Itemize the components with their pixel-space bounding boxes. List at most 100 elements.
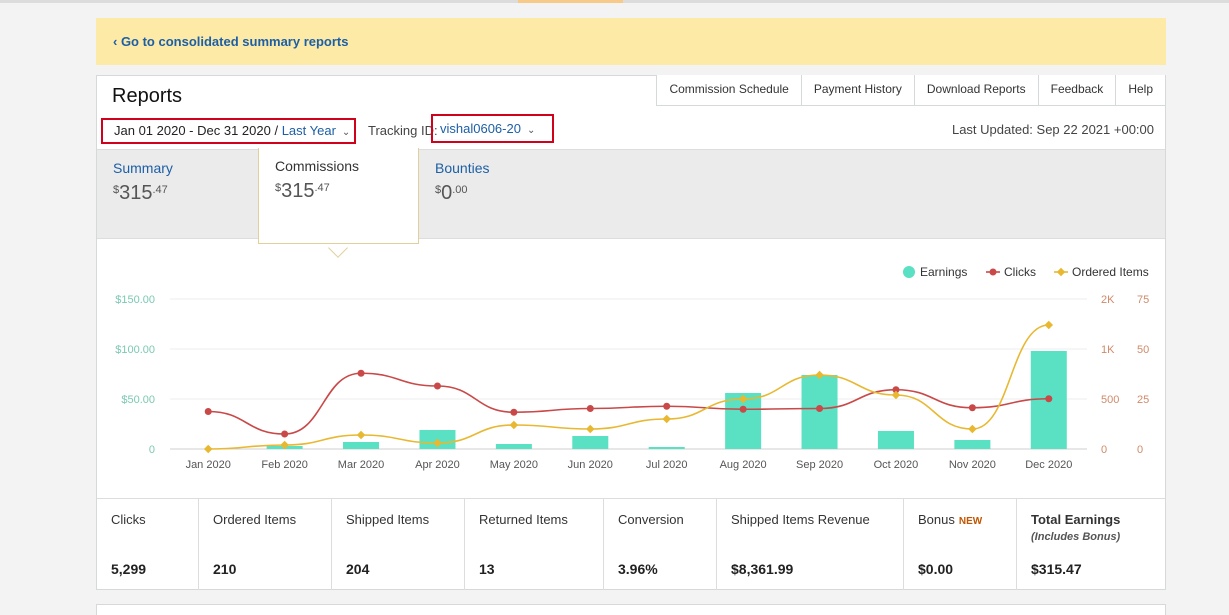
- ordered-items-point: [891, 390, 901, 400]
- metric-value: $8,361.99: [731, 561, 794, 577]
- consolidated-banner: ‹ Go to consolidated summary reports: [96, 18, 1166, 65]
- metric-value: 210: [213, 561, 237, 577]
- chevron-down-icon: ⌄: [526, 125, 536, 136]
- date-preset: Last Year: [281, 123, 336, 138]
- clicks-point: [357, 369, 365, 377]
- reports-card: Reports Commission Schedule Payment Hist…: [96, 75, 1166, 590]
- metric-label: Returned Items: [479, 512, 568, 527]
- metric-total-earnings: Total Earnings (Includes Bonus) $315.47: [1017, 499, 1165, 590]
- metric-value: 204: [346, 561, 370, 577]
- ordered-items-point: [586, 424, 595, 434]
- tab-help[interactable]: Help: [1115, 75, 1166, 106]
- metric-value: 3.96%: [618, 561, 658, 577]
- clicks-point: [433, 382, 441, 390]
- x-axis-tick: Oct 2020: [874, 459, 919, 471]
- commissions-tab[interactable]: Commissions $315.47: [258, 148, 419, 244]
- earnings-bar: [343, 442, 380, 449]
- bounties-amount: $0.00: [435, 182, 468, 204]
- clicks-point: [510, 408, 518, 416]
- tracking-id-label: Tracking ID:: [368, 123, 438, 138]
- metrics-row: Clicks 5,299 Ordered Items 210 Shipped I…: [97, 498, 1165, 590]
- consolidated-reports-link[interactable]: ‹ Go to consolidated summary reports: [113, 34, 349, 49]
- metric-conversion: Conversion 3.96%: [604, 499, 717, 590]
- metric-bonus: Bonus NEW $0.00: [904, 499, 1017, 590]
- ordered-items-point: [203, 444, 213, 454]
- x-axis-tick: Sep 2020: [796, 459, 843, 471]
- clicks-point: [281, 430, 289, 438]
- commissions-label: Commissions: [275, 158, 360, 174]
- legend-label: Earnings: [920, 265, 967, 279]
- metric-label: Ordered Items: [213, 512, 297, 527]
- date-range-picker[interactable]: Jan 01 2020 - Dec 31 2020 / Last Year ⌄: [101, 118, 356, 144]
- tab-download-reports[interactable]: Download Reports: [913, 75, 1039, 106]
- new-badge: NEW: [958, 516, 983, 527]
- right-axis-tick-items: 0: [1137, 444, 1143, 456]
- legend-marker: [903, 266, 915, 278]
- metric-value: $315.47: [1031, 561, 1082, 577]
- report-tabs: Commission Schedule Payment History Down…: [656, 75, 1166, 106]
- metric-shipped-revenue: Shipped Items Revenue $8,361.99: [717, 499, 904, 590]
- earnings-bar: [954, 440, 991, 449]
- metric-sublabel: (Includes Bonus): [1031, 531, 1121, 543]
- tab-commission-schedule[interactable]: Commission Schedule: [656, 75, 802, 106]
- right-axis-tick-clicks: 2K: [1101, 294, 1115, 306]
- metric-label: Shipped Items Revenue: [731, 512, 870, 527]
- date-range-text: Jan 01 2020 - Dec 31 2020 /: [114, 123, 282, 138]
- tab-payment-history[interactable]: Payment History: [800, 75, 915, 106]
- x-axis-tick: May 2020: [490, 459, 538, 471]
- x-axis-tick: Jul 2020: [646, 459, 688, 471]
- clicks-point: [586, 405, 594, 412]
- clicks-point: [816, 405, 824, 412]
- legend-marker: [989, 268, 997, 276]
- x-axis-tick: Nov 2020: [949, 459, 996, 471]
- x-axis-tick: Jan 2020: [186, 459, 231, 471]
- right-axis-tick-clicks: 0: [1101, 444, 1107, 456]
- metric-value: 5,299: [111, 561, 147, 577]
- metric-label: Bonus NEW: [918, 512, 983, 527]
- metric-label: Conversion: [618, 512, 684, 527]
- metric-shipped-items: Shipped Items 204: [332, 499, 465, 590]
- earnings-bar: [572, 436, 609, 449]
- clicks-point: [663, 402, 671, 410]
- summary-amount: $315.47: [113, 182, 168, 204]
- metric-label: Total Earnings: [1031, 512, 1121, 527]
- metric-label: Shipped Items: [346, 512, 430, 527]
- bounties-tab[interactable]: Bounties $0.00: [435, 160, 489, 205]
- ordered-items-point: [509, 420, 519, 430]
- clicks-point: [739, 405, 747, 413]
- left-axis-tick: $150.00: [115, 294, 155, 306]
- x-axis-tick: Dec 2020: [1025, 459, 1072, 471]
- x-axis-tick: Feb 2020: [261, 459, 307, 471]
- clicks-point: [204, 408, 212, 415]
- bounties-label: Bounties: [435, 160, 490, 176]
- legend-label: Clicks: [1004, 265, 1036, 279]
- earnings-bar: [877, 431, 914, 449]
- next-card: [96, 604, 1166, 615]
- earnings-chart: 0 0 0 $50.00 500 25 $100.00 1K 50 $150.00 2K 75 Jan …: [115, 265, 1149, 471]
- metric-ordered-items: Ordered Items 210: [199, 499, 332, 590]
- ordered-items-point: [968, 424, 977, 434]
- ordered-items-point: [662, 414, 671, 424]
- right-axis-tick-items: 25: [1137, 394, 1149, 406]
- metric-value: $0.00: [918, 561, 954, 577]
- left-axis-tick: $100.00: [115, 344, 155, 356]
- legend-label: Ordered Items: [1072, 265, 1149, 279]
- commissions-content: Commissions $315.47: [275, 158, 359, 203]
- last-updated: Last Updated: Sep 22 2021 +00:00: [951, 122, 1154, 137]
- earnings-bar: [495, 444, 532, 449]
- metric-returned-items: Returned Items 13: [465, 499, 604, 590]
- x-axis-tick: Aug 2020: [720, 459, 767, 471]
- summary-tab[interactable]: Summary $315.47: [113, 160, 173, 205]
- right-axis-tick-items: 50: [1137, 344, 1149, 356]
- x-axis-tick: Apr 2020: [415, 459, 460, 471]
- summary-label: Summary: [113, 160, 173, 176]
- tracking-id-select[interactable]: vishal0606-20 ⌄: [431, 114, 554, 143]
- top-progress-line: [0, 0, 1229, 3]
- top-progress-accent: [518, 0, 623, 3]
- x-axis-tick: Mar 2020: [338, 459, 384, 471]
- chevron-down-icon: ⌄: [341, 127, 351, 138]
- metric-value: 13: [479, 561, 495, 577]
- clicks-point: [1045, 395, 1053, 403]
- tab-feedback[interactable]: Feedback: [1037, 75, 1117, 106]
- ordered-items-point: [356, 430, 366, 440]
